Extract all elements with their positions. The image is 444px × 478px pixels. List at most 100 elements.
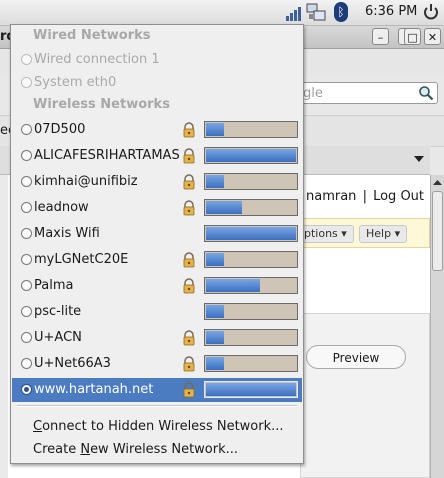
network-name: U+Net66A3 [34, 356, 111, 371]
create-post: ew Wireless Network... [90, 442, 239, 457]
wireless-network-item[interactable]: psc-lite [12, 300, 302, 324]
wireless-network-item[interactable]: myLGNetC20E [12, 248, 302, 272]
network-name: ALICAFESRIHARTAMAS [34, 148, 180, 163]
options-button[interactable]: ptions ▾ [297, 225, 354, 243]
radio-icon [21, 306, 32, 317]
create-mnemonic: N [80, 442, 91, 457]
signal-strength-fill [206, 357, 224, 370]
hidden-mnemonic: C [33, 419, 43, 434]
radio-icon [21, 150, 32, 161]
radio-icon [21, 332, 32, 343]
wifi-signal-icon[interactable] [286, 5, 304, 21]
logout-link[interactable]: Log Out [373, 189, 424, 204]
network-name: Palma [34, 278, 74, 293]
radio-icon [21, 124, 32, 135]
maximize-button[interactable]: □ [404, 28, 421, 45]
radio-icon [21, 202, 32, 213]
network-name: kimhai@unifibiz [34, 174, 138, 189]
wireless-network-item[interactable]: Palma [12, 274, 302, 298]
connect-hidden-network-item[interactable]: Connect to Hidden Wireless Network... [33, 419, 284, 434]
signal-strength-fill [206, 305, 224, 318]
power-icon[interactable] [423, 3, 439, 21]
wireless-network-item[interactable]: www.hartanah.net [12, 378, 302, 402]
wireless-network-item[interactable]: 07D500 [12, 118, 302, 142]
user-name: namran [306, 189, 357, 204]
wireless-network-item[interactable]: ALICAFESRIHARTAMAS [12, 144, 302, 168]
signal-strength-bar [204, 225, 298, 242]
create-new-network-item[interactable]: Create New Wireless Network... [33, 442, 238, 457]
lock-icon [182, 174, 196, 190]
signal-strength-bar [204, 199, 298, 216]
help-label: Help [366, 227, 392, 240]
signal-strength-fill [206, 383, 296, 396]
lock-icon [182, 200, 196, 216]
page-left-edge [0, 175, 8, 478]
network-name: leadnow [34, 200, 89, 215]
network-name: psc-lite [34, 304, 82, 319]
wireless-network-item[interactable]: U+Net66A3 [12, 352, 302, 376]
wireless-network-item[interactable]: Maxis Wifi [12, 222, 302, 246]
minimize-button[interactable]: – [372, 28, 389, 45]
wireless-network-item[interactable]: leadnow [12, 196, 302, 220]
close-button[interactable]: ✕ [424, 28, 441, 45]
wired-network-item: Wired connection 1 [12, 48, 302, 72]
help-button[interactable]: Help ▾ [359, 225, 408, 243]
menu-separator [17, 405, 297, 407]
bluetooth-icon[interactable]: ᛒ [334, 2, 348, 22]
lock-icon [182, 382, 196, 398]
search-icon[interactable] [418, 85, 434, 101]
lock-icon [182, 148, 196, 164]
chevron-down-icon[interactable] [414, 156, 424, 162]
wired-network-item: System eth0 [12, 71, 302, 95]
network-name: Maxis Wifi [34, 226, 100, 241]
lock-icon [182, 122, 196, 138]
signal-strength-fill [206, 279, 260, 292]
scrollbar-thumb[interactable] [432, 191, 443, 271]
network-name: myLGNetC20E [34, 252, 129, 267]
lock-icon [182, 252, 196, 268]
lock-icon [182, 330, 196, 346]
signal-strength-bar [204, 173, 298, 190]
signal-strength-fill [206, 123, 224, 136]
signal-strength-bar [204, 329, 298, 346]
signal-strength-bar [204, 121, 298, 138]
content-panel [300, 313, 430, 478]
separator: | [362, 189, 367, 204]
radio-icon [21, 228, 32, 239]
create-pre: Create [33, 442, 81, 457]
lock-icon [182, 356, 196, 372]
wired-networks-header: Wired Networks [33, 28, 151, 43]
signal-strength-fill [206, 227, 296, 240]
radio-icon [21, 384, 32, 395]
network-menu: Wired Networks Wired connection 1 System … [10, 24, 304, 464]
radio-icon [21, 254, 32, 265]
lock-icon [182, 278, 196, 294]
signal-strength-bar [204, 355, 298, 372]
wireless-network-item[interactable]: U+ACN [12, 326, 302, 350]
radio-icon [21, 54, 32, 65]
scrollbar[interactable] [430, 175, 444, 478]
signal-strength-fill [206, 175, 224, 188]
signal-strength-bar [204, 381, 298, 398]
clock[interactable]: 6:36 PM [365, 4, 417, 19]
signal-strength-fill [206, 201, 242, 214]
signal-strength-bar [204, 303, 298, 320]
network-name: 07D500 [34, 122, 86, 137]
signal-strength-fill [206, 149, 296, 162]
signal-strength-bar [204, 251, 298, 268]
signal-strength-bar [204, 147, 298, 164]
page-action-bar: ptions ▾ Help ▾ [297, 218, 430, 248]
network-manager-icon[interactable] [306, 3, 328, 22]
scroll-up-icon[interactable] [432, 177, 443, 188]
signal-strength-fill [206, 331, 224, 344]
preview-button[interactable]: Preview [306, 345, 406, 369]
wireless-network-item[interactable]: kimhai@unifibiz [12, 170, 302, 194]
radio-icon [21, 358, 32, 369]
radio-icon [21, 176, 32, 187]
hidden-post: onnect to Hidden Wireless Network... [42, 419, 284, 434]
wireless-networks-header: Wireless Networks [33, 97, 170, 112]
radio-icon [21, 77, 32, 88]
search-input[interactable]: gle [292, 82, 438, 104]
network-name: U+ACN [34, 330, 82, 345]
top-panel: ᛒ 6:36 PM [0, 0, 444, 26]
